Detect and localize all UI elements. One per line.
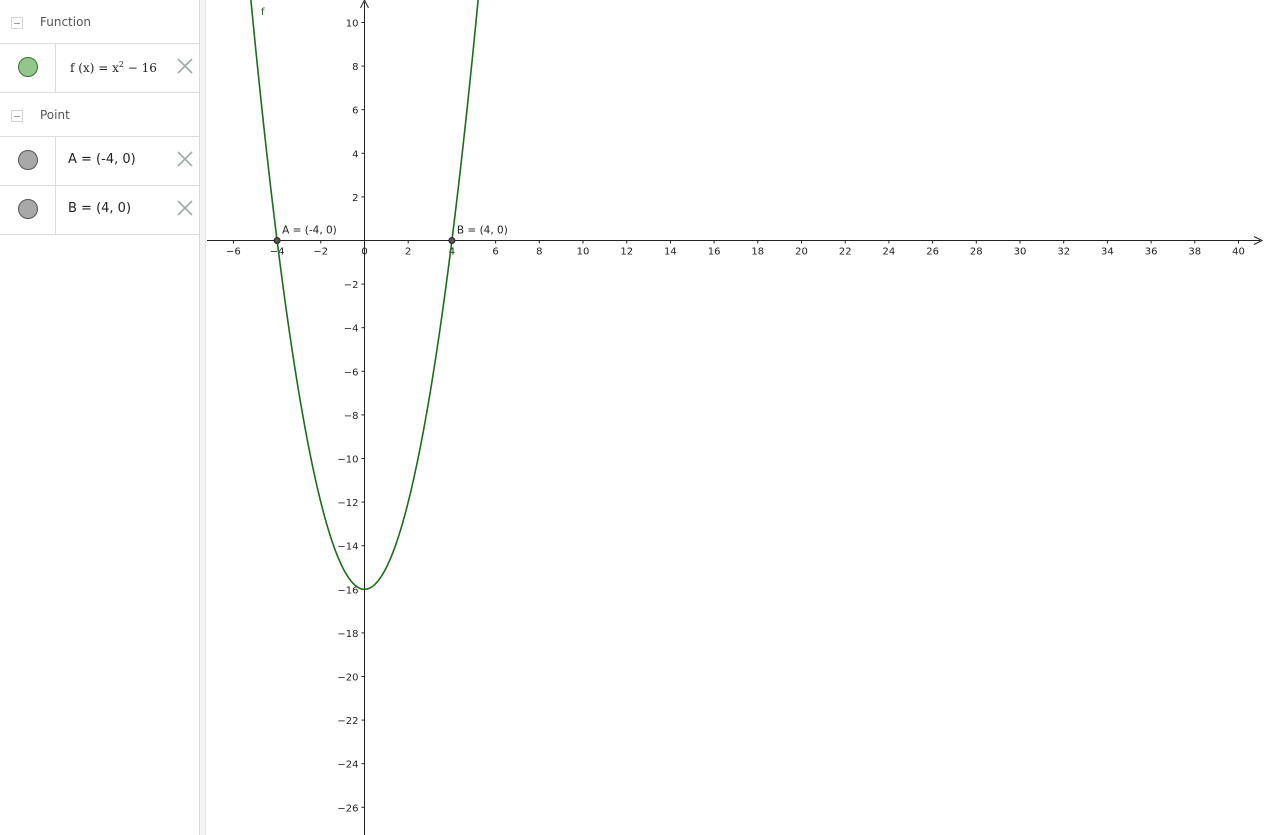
point-a[interactable] (273, 237, 281, 244)
point-a-definition[interactable]: A = (-4, 0) (68, 152, 136, 167)
y-tick-label: 4 (352, 149, 358, 160)
y-tick-label: −20 (337, 673, 358, 684)
x-tick-label: 38 (1188, 247, 1201, 258)
y-tick-label: −12 (337, 498, 358, 509)
visibility-cell (0, 44, 56, 92)
x-tick-label: 40 (1232, 247, 1245, 258)
x-tick-label: 26 (926, 247, 939, 258)
x-tick-label: 20 (795, 247, 808, 258)
graphics-view[interactable]: −6 −4 −2 0 2 4 6 8 10 12 14 16 18 20 22 24 26 28 30 32 34 36 3… (207, 0, 1264, 835)
collapse-point-group-button[interactable] (11, 110, 23, 122)
x-tick-label: 10 (577, 247, 590, 258)
y-tick-label: −4 (344, 324, 359, 335)
x-tick-label: 16 (708, 247, 721, 258)
y-tick-label: −16 (337, 585, 358, 596)
point-group-label: Point (40, 108, 70, 122)
visibility-toggle-f[interactable] (18, 57, 38, 77)
point-b[interactable] (448, 237, 456, 244)
point-item-b[interactable]: B = (4, 0) (0, 186, 199, 235)
point-label-b: B = (4, 0) (457, 225, 508, 237)
visibility-toggle-b[interactable] (18, 199, 38, 219)
delete-a-icon[interactable] (176, 150, 194, 168)
visibility-cell (0, 186, 56, 234)
x-tick-label: 30 (1014, 247, 1027, 258)
y-tick-label: −2 (344, 280, 359, 291)
y-tick-label: 2 (352, 193, 358, 204)
x-tick-label: −2 (313, 247, 328, 258)
point-b-definition[interactable]: B = (4, 0) (68, 201, 131, 216)
y-tick-label: −18 (337, 629, 358, 640)
delete-f-icon[interactable] (176, 57, 194, 75)
x-tick-label: 14 (664, 247, 677, 258)
x-tick-label: −4 (270, 247, 285, 258)
x-tick-label: 32 (1057, 247, 1070, 258)
y-tick-label: −22 (337, 716, 358, 727)
x-tick-label: 34 (1101, 247, 1114, 258)
x-tick-label: 12 (620, 247, 633, 258)
x-tick-label: 2 (405, 247, 411, 258)
y-tick-label: −26 (337, 803, 358, 814)
function-formula[interactable]: f (x) = x2 − 16 (70, 60, 157, 75)
curve-label-f: f (261, 7, 265, 18)
algebra-view: Function f (x) = x2 − 16 Point A = (-4, … (0, 0, 200, 835)
visibility-cell (0, 137, 56, 185)
x-tick-label: 24 (883, 247, 896, 258)
point-group-header: Point (0, 93, 199, 137)
function-group-header: Function (0, 0, 199, 44)
y-tick-label: 10 (346, 19, 359, 30)
y-tick-label: −8 (344, 411, 359, 422)
x-tick-label: 28 (970, 247, 983, 258)
function-group-label: Function (40, 15, 92, 29)
y-tick-label: 6 (352, 106, 358, 117)
delete-b-icon[interactable] (176, 199, 194, 217)
view-splitter[interactable] (200, 0, 206, 835)
collapse-function-group-button[interactable] (11, 17, 23, 29)
y-tick-label: −24 (337, 760, 358, 771)
x-tick-label: 8 (536, 247, 542, 258)
x-tick-label: 6 (492, 247, 498, 258)
function-item-f[interactable]: f (x) = x2 − 16 (0, 44, 199, 93)
point-label-a: A = (-4, 0) (282, 225, 337, 237)
y-tick-label: −10 (337, 455, 358, 466)
x-tick-label: 22 (839, 247, 852, 258)
visibility-toggle-a[interactable] (18, 150, 38, 170)
y-tick-label: 8 (352, 62, 358, 73)
y-tick-label: −14 (337, 542, 358, 553)
x-tick-label: −6 (226, 247, 241, 258)
x-tick-label: 36 (1145, 247, 1158, 258)
point-item-a[interactable]: A = (-4, 0) (0, 137, 199, 186)
x-tick-label: 0 (361, 247, 367, 258)
x-tick-label: 18 (751, 247, 764, 258)
y-tick-label: −6 (344, 367, 359, 378)
